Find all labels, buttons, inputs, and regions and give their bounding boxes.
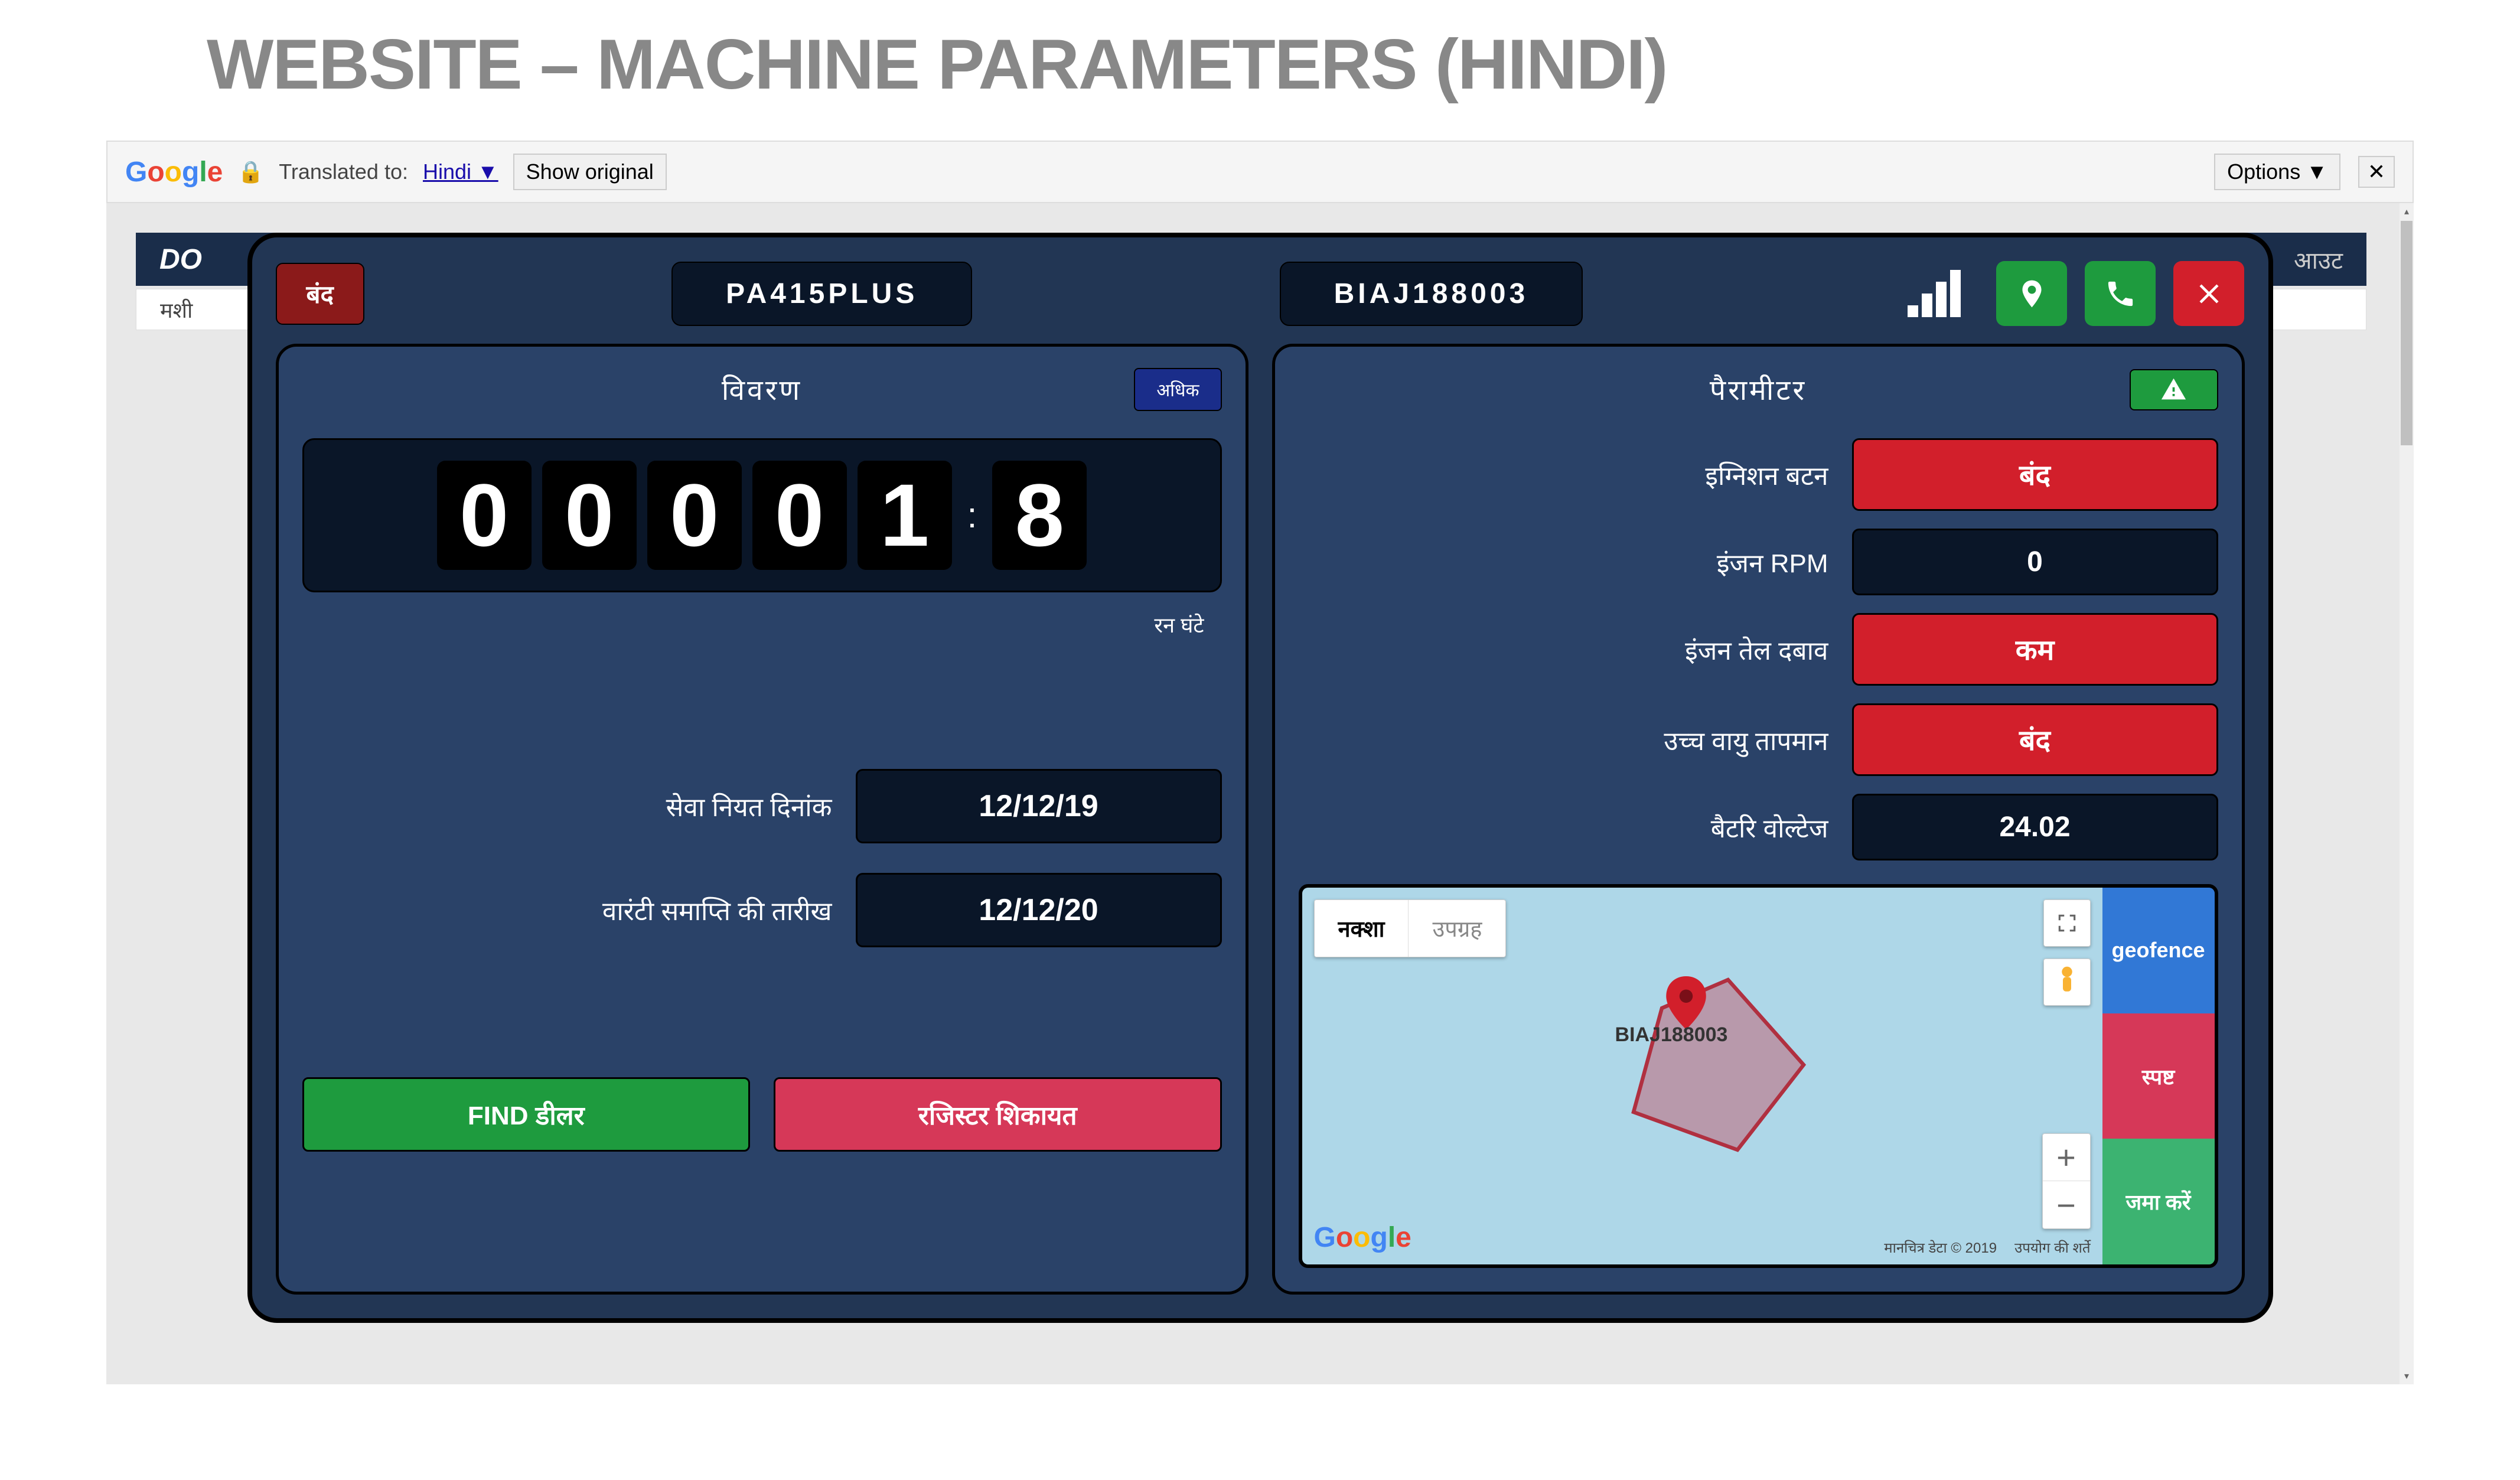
- zoom-controls: + −: [2042, 1133, 2091, 1229]
- warranty-date-value: 12/12/20: [856, 873, 1222, 947]
- scrollbar-thumb[interactable]: [2401, 221, 2413, 445]
- service-date-value: 12/12/19: [856, 769, 1222, 843]
- machine-serial: BIAJ188003: [1280, 262, 1583, 326]
- map-google-logo: Google: [1314, 1221, 1411, 1254]
- alert-status[interactable]: [2130, 369, 2218, 410]
- more-button[interactable]: अधिक: [1134, 368, 1221, 411]
- odometer-digit: 0: [647, 461, 742, 570]
- fullscreen-icon: [2056, 912, 2078, 934]
- odometer-digit: 0: [542, 461, 637, 570]
- parameter-label: इंजन तेल दबाव: [1685, 632, 1828, 667]
- modal-close-button[interactable]: [2173, 261, 2244, 326]
- odometer-label: रन घंटे: [302, 610, 1222, 639]
- machine-modal: बंद PA415PLUS BIAJ188003: [247, 233, 2273, 1323]
- save-button[interactable]: जमा करें: [2102, 1139, 2215, 1264]
- location-pin-icon: [2016, 278, 2048, 310]
- zoom-out-button[interactable]: −: [2043, 1181, 2090, 1228]
- site-logo: DO: [159, 243, 202, 276]
- find-dealer-button[interactable]: FIND डीलर: [302, 1077, 751, 1152]
- register-complaint-button[interactable]: रजिस्टर शिकायत: [774, 1077, 1222, 1152]
- parameter-label: उच्च वायु तापमान: [1664, 722, 1828, 758]
- options-button[interactable]: Options ▼: [2214, 154, 2340, 190]
- description-panel: विवरण अधिक 0 0 0 0 1 : 8 रन घंटे: [276, 344, 1248, 1295]
- pegman-icon: [2055, 965, 2079, 999]
- lock-icon: 🔒: [237, 159, 264, 184]
- close-translate-button[interactable]: ✕: [2358, 156, 2395, 188]
- parameter-row: इग्निशन बटन बंद: [1299, 438, 2218, 511]
- location-button[interactable]: [1996, 261, 2067, 326]
- map-tab-map[interactable]: नक्शा: [1315, 900, 1409, 957]
- scrollbar[interactable]: ▴ ▾: [2400, 203, 2414, 1384]
- geofence-button[interactable]: geofence: [2102, 888, 2215, 1013]
- parameter-value: 24.02: [1852, 794, 2218, 860]
- language-link[interactable]: Hindi ▼: [423, 159, 498, 184]
- modal-header: बंद PA415PLUS BIAJ188003: [276, 261, 2245, 326]
- scroll-up-icon[interactable]: ▴: [2401, 203, 2413, 220]
- map-container: नक्शा उपग्रह BIAJ188003: [1299, 884, 2218, 1268]
- machine-model: PA415PLUS: [671, 262, 972, 326]
- parameter-row: उच्च वायु तापमान बंद: [1299, 703, 2218, 776]
- slide-title: WEBSITE – MACHINE PARAMETERS (HINDI): [0, 0, 2520, 117]
- map-area[interactable]: नक्शा उपग्रह BIAJ188003: [1302, 888, 2102, 1264]
- modal-close-label-button[interactable]: बंद: [276, 263, 364, 325]
- close-icon: [2193, 278, 2225, 310]
- odometer-digit: 1: [858, 461, 952, 570]
- parameter-value: 0: [1852, 529, 2218, 595]
- translate-bar: Google 🔒 Translated to: Hindi ▼ Show ori…: [106, 141, 2414, 203]
- page-background: ▴ ▾ DO आउट मशी बंद PA415PLUS BIAJ188003: [106, 203, 2414, 1384]
- parameter-label: इग्निशन बटन: [1705, 457, 1828, 493]
- translated-to-label: Translated to:: [279, 159, 408, 184]
- parameter-value: बंद: [1852, 703, 2218, 776]
- show-original-button[interactable]: Show original: [513, 154, 667, 190]
- parameters-title: पैरामीटर: [1710, 370, 1807, 409]
- map-data-text: मानचित्र डेटा © 2019: [1884, 1238, 1997, 1257]
- browser-container: Google 🔒 Translated to: Hindi ▼ Show ori…: [106, 141, 2414, 1384]
- geofence-polygon: [1609, 970, 1828, 1159]
- map-pin-icon: [1665, 976, 1707, 1029]
- warning-icon: [2160, 376, 2187, 403]
- service-date-label: सेवा नियत दिनांक: [666, 788, 832, 824]
- phone-icon: [2104, 278, 2137, 310]
- odometer-digit: 0: [437, 461, 532, 570]
- marker-label: BIAJ188003: [1615, 1023, 1728, 1047]
- warranty-date-label: वारंटी समाप्ति की तारीख: [602, 892, 832, 928]
- parameters-panel: पैरामीटर इग्निशन बटन बंद इंजन RPM 0 इंजन तेल…: [1272, 344, 2245, 1295]
- map-type-tabs: नक्शा उपग्रह: [1314, 899, 1507, 957]
- odometer-digit: 8: [992, 461, 1087, 570]
- nav-item: मशी: [160, 295, 193, 324]
- fullscreen-button[interactable]: [2043, 899, 2091, 947]
- parameter-label: इंजन RPM: [1717, 545, 1828, 580]
- warranty-date-row: वारंटी समाप्ति की तारीख 12/12/20: [302, 873, 1222, 947]
- map-tab-satellite[interactable]: उपग्रह: [1408, 900, 1505, 957]
- service-date-row: सेवा नियत दिनांक 12/12/19: [302, 769, 1222, 843]
- map-sidebar: geofence स्पष्ट जमा करें: [2102, 888, 2215, 1264]
- odometer: 0 0 0 0 1 : 8: [302, 438, 1222, 592]
- google-logo: Google: [125, 156, 223, 188]
- parameter-row: इंजन तेल दबाव कम: [1299, 613, 2218, 686]
- parameter-label: बैटरि वोल्टेज: [1711, 810, 1828, 845]
- description-title: विवरण: [722, 370, 802, 409]
- odometer-separator: :: [963, 495, 982, 536]
- call-button[interactable]: [2085, 261, 2156, 326]
- zoom-in-button[interactable]: +: [2043, 1134, 2090, 1181]
- clear-button[interactable]: स्पष्ट: [2102, 1013, 2215, 1139]
- parameter-value: कम: [1852, 613, 2218, 686]
- map-attribution: मानचित्र डेटा © 2019 उपयोग की शर्ते: [1884, 1238, 2090, 1257]
- parameter-value: बंद: [1852, 438, 2218, 511]
- scroll-down-icon[interactable]: ▾: [2401, 1368, 2413, 1384]
- odometer-digit: 0: [752, 461, 847, 570]
- signal-icon: [1908, 270, 1961, 317]
- logout-partial: आउट: [2294, 243, 2343, 276]
- parameter-row: बैटरि वोल्टेज 24.02: [1299, 794, 2218, 860]
- pegman-button[interactable]: [2043, 959, 2091, 1006]
- map-terms-link[interactable]: उपयोग की शर्ते: [2014, 1238, 2090, 1257]
- parameter-row: इंजन RPM 0: [1299, 529, 2218, 595]
